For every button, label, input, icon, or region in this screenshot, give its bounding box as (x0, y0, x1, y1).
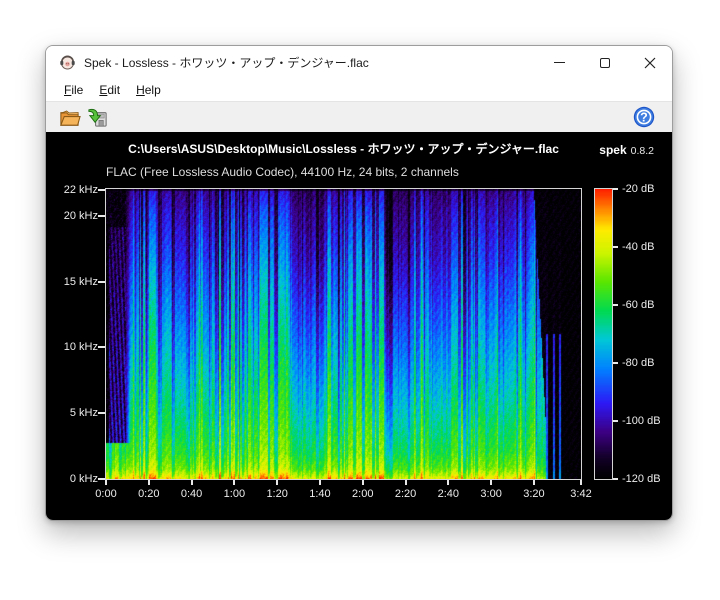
time-tick-label: 3:20 (513, 487, 555, 501)
app-name-label: spek (599, 143, 626, 157)
format-info: FLAC (Free Lossless Audio Codec), 44100 … (106, 165, 459, 179)
toolbar: ? (46, 101, 672, 132)
time-tick-label: 1:40 (299, 487, 341, 501)
help-icon: ? (632, 105, 656, 129)
db-tick-mark (613, 188, 618, 190)
close-icon (644, 57, 656, 69)
time-tick-label: 1:00 (213, 487, 255, 501)
time-tick-mark (233, 480, 235, 485)
spectrogram-canvas (106, 189, 581, 479)
time-tick-mark (580, 480, 582, 485)
time-tick-label: 2:40 (427, 487, 469, 501)
file-path-title: C:\Users\ASUS\Desktop\Music\Lossless - ホ… (105, 140, 582, 157)
db-tick-mark (613, 304, 618, 306)
title-bar[interactable]: Spek - Lossless - ホワッツ・アップ・デンジャー.flac (46, 46, 672, 79)
db-tick-mark (613, 362, 618, 364)
time-tick-label: 0:20 (128, 487, 170, 501)
menu-file[interactable]: File (56, 81, 91, 99)
window-title: Spek - Lossless - ホワッツ・アップ・デンジャー.flac (84, 54, 369, 71)
time-tick-label: 1:20 (256, 487, 298, 501)
menu-edit[interactable]: Edit (91, 81, 128, 99)
app-version-number: 0.8.2 (631, 145, 654, 157)
db-tick-mark (613, 478, 618, 480)
spek-window: Spek - Lossless - ホワッツ・アップ・デンジャー.flac Fi… (45, 45, 673, 521)
open-folder-icon (58, 106, 81, 129)
freq-tick-mark (98, 478, 105, 480)
db-tick-label: -20 dB (622, 182, 654, 196)
time-tick-label: 3:42 (560, 487, 602, 501)
time-tick-label: 0:00 (85, 487, 127, 501)
freq-tick-label: 15 kHz (46, 275, 98, 289)
freq-tick-label: 20 kHz (46, 209, 98, 223)
time-tick-mark (362, 480, 364, 485)
desktop-background: Spek - Lossless - ホワッツ・アップ・デンジャー.flac Fi… (0, 0, 720, 600)
save-button[interactable] (83, 104, 111, 131)
color-scale-bar (594, 188, 613, 480)
time-tick-mark (319, 480, 321, 485)
maximize-button[interactable] (582, 46, 627, 79)
maximize-icon (600, 58, 610, 68)
freq-tick-label: 0 kHz (46, 472, 98, 486)
color-scale-canvas (595, 189, 612, 479)
db-tick-label: -100 dB (622, 414, 661, 428)
minimize-icon (554, 62, 565, 63)
db-tick-label: -60 dB (622, 298, 654, 312)
window-controls (537, 46, 672, 79)
freq-tick-mark (98, 412, 105, 414)
time-tick-label: 2:00 (342, 487, 384, 501)
spectrogram-panel: C:\Users\ASUS\Desktop\Music\Lossless - ホ… (46, 132, 672, 520)
menu-bar: File Edit Help (46, 79, 672, 101)
freq-tick-mark (98, 346, 105, 348)
time-tick-mark (148, 480, 150, 485)
db-tick-label: -40 dB (622, 240, 654, 254)
time-tick-mark (276, 480, 278, 485)
freq-tick-mark (98, 215, 105, 217)
menu-help[interactable]: Help (128, 81, 169, 99)
time-tick-label: 3:00 (470, 487, 512, 501)
freq-tick-label: 10 kHz (46, 340, 98, 354)
time-tick-mark (533, 480, 535, 485)
save-icon (86, 106, 109, 129)
help-button[interactable]: ? (630, 104, 658, 131)
spek-app-icon (59, 54, 76, 71)
time-tick-mark (105, 480, 107, 485)
spectrogram-plot (105, 188, 582, 480)
help-glyph: ? (640, 110, 648, 124)
db-tick-label: -120 dB (622, 472, 661, 486)
freq-tick-label: 22 kHz (46, 183, 98, 197)
open-file-button[interactable] (55, 104, 83, 131)
close-button[interactable] (627, 46, 672, 79)
freq-tick-label: 5 kHz (46, 406, 98, 420)
time-tick-mark (447, 480, 449, 485)
time-tick-label: 0:40 (171, 487, 213, 501)
app-version: spek 0.8.2 (599, 141, 654, 159)
minimize-button[interactable] (537, 46, 582, 79)
db-tick-label: -80 dB (622, 356, 654, 370)
time-tick-label: 2:20 (385, 487, 427, 501)
db-tick-mark (613, 246, 618, 248)
time-tick-mark (191, 480, 193, 485)
time-tick-mark (490, 480, 492, 485)
db-tick-mark (613, 420, 618, 422)
freq-tick-mark (98, 189, 105, 191)
freq-tick-mark (98, 281, 105, 283)
time-tick-mark (405, 480, 407, 485)
